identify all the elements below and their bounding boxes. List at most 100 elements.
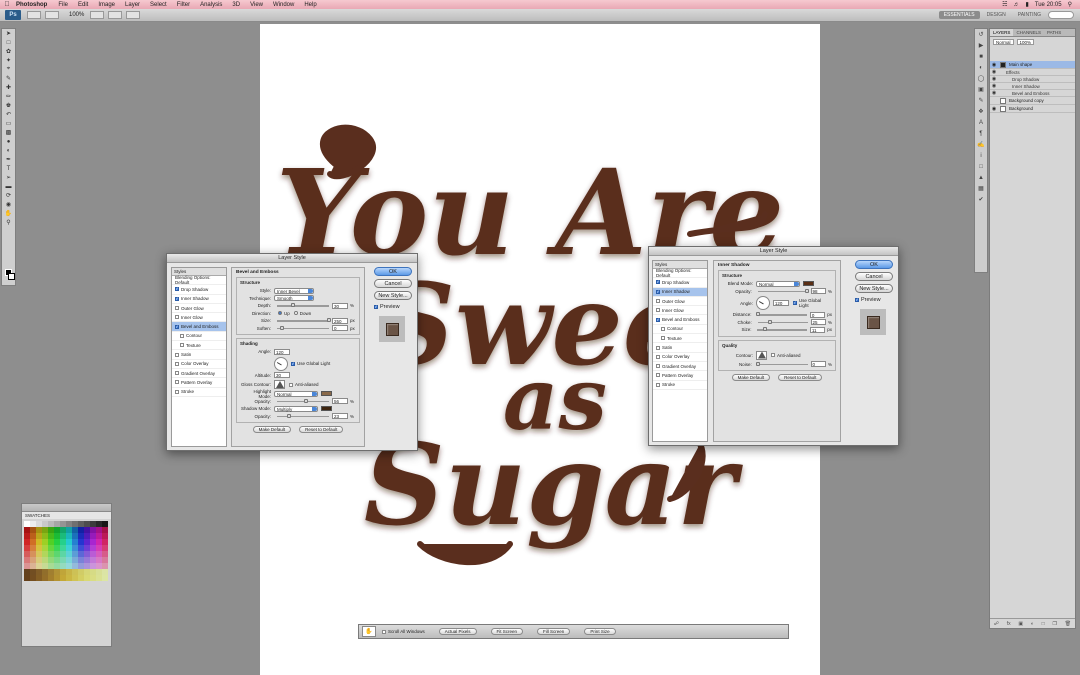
swatch-grid[interactable] xyxy=(22,519,111,583)
distance-field[interactable]: 0 xyxy=(809,311,826,318)
eraser-tool-icon[interactable]: ▭ xyxy=(2,119,15,128)
tab-channels[interactable]: CHANNELS xyxy=(1013,29,1044,36)
new-style-button[interactable]: New Style... xyxy=(374,291,412,300)
swatch-cell[interactable] xyxy=(54,569,60,575)
swatch-cell[interactable] xyxy=(66,545,72,551)
opacity-field[interactable]: 98 xyxy=(810,288,826,295)
swatch-cell[interactable] xyxy=(42,575,48,581)
slider-knob[interactable] xyxy=(756,312,761,316)
checkbox-icon[interactable] xyxy=(180,333,184,338)
choke-field[interactable]: 25 xyxy=(810,319,826,326)
swatch-cell[interactable] xyxy=(102,569,108,575)
soften-slider[interactable] xyxy=(277,325,329,330)
angle-field[interactable]: 120 xyxy=(274,348,290,355)
history-icon[interactable]: ↺ xyxy=(975,29,987,40)
checkbox-icon[interactable] xyxy=(656,345,660,350)
swatch-cell[interactable] xyxy=(24,557,30,563)
swatch-cell[interactable] xyxy=(102,557,108,563)
swatch-cell[interactable] xyxy=(42,551,48,557)
checkbox-icon[interactable] xyxy=(175,371,179,376)
checkbox-icon[interactable]: ✓ xyxy=(175,287,179,292)
style-outer-glow[interactable]: Outer Glow xyxy=(653,297,707,307)
swatch-cell[interactable] xyxy=(66,521,72,527)
menu-image[interactable]: Image xyxy=(93,2,120,8)
swatch-cell[interactable] xyxy=(48,563,54,569)
swatch-cell[interactable] xyxy=(36,551,42,557)
new-layer-icon[interactable]: ❐ xyxy=(1052,621,1056,627)
swatch-cell[interactable] xyxy=(90,575,96,581)
swatch-cell[interactable] xyxy=(30,533,36,539)
menu-analysis[interactable]: Analysis xyxy=(195,2,227,8)
effect-row-inner-shadow[interactable]: ◉ Inner Shadow xyxy=(990,83,1075,90)
swatch-cell[interactable] xyxy=(36,563,42,569)
direction-up-radio[interactable] xyxy=(278,311,282,316)
preview-checkbox[interactable]: ✓ xyxy=(374,305,378,309)
swatch-cell[interactable] xyxy=(78,539,84,545)
swatch-cell[interactable] xyxy=(36,539,42,545)
highlight-color-swatch[interactable] xyxy=(321,391,332,397)
swatch-cell[interactable] xyxy=(84,527,90,533)
slider-knob[interactable] xyxy=(762,327,767,331)
tool-presets-icon[interactable]: ✔ xyxy=(975,194,987,205)
slider-knob[interactable] xyxy=(755,361,760,366)
volume-icon[interactable]: ♬ xyxy=(1013,2,1019,8)
distance-slider[interactable] xyxy=(756,312,807,316)
print-size-button[interactable]: Print Size xyxy=(584,628,616,635)
checkbox-icon[interactable]: ✓ xyxy=(656,280,660,285)
style-contour[interactable]: Contour xyxy=(172,332,226,342)
swatch-cell[interactable] xyxy=(96,539,102,545)
swatch-cell[interactable] xyxy=(36,569,42,575)
shadow-mode-select[interactable]: Multiply xyxy=(274,405,318,412)
style-stroke[interactable]: Stroke xyxy=(653,381,707,390)
swatch-cell[interactable] xyxy=(54,557,60,563)
antialiased-checkbox[interactable] xyxy=(289,382,293,387)
swatch-cell[interactable] xyxy=(36,557,42,563)
checkbox-icon[interactable] xyxy=(175,380,179,385)
swatch-cell[interactable] xyxy=(66,557,72,563)
shadow-color-swatch[interactable] xyxy=(321,406,332,412)
slider-knob[interactable] xyxy=(280,325,285,330)
style-drop-shadow[interactable]: ✓ Drop Shadow xyxy=(653,278,707,288)
checkbox-icon[interactable] xyxy=(656,364,660,369)
swatch-cell[interactable] xyxy=(78,569,84,575)
swatch-cell[interactable] xyxy=(90,521,96,527)
brush-tool-icon[interactable]: ✏ xyxy=(2,92,15,101)
swatch-cell[interactable] xyxy=(84,551,90,557)
swatch-cell[interactable] xyxy=(84,521,90,527)
swatch-cell[interactable] xyxy=(96,521,102,527)
swatch-cell[interactable] xyxy=(96,533,102,539)
swatch-cell[interactable] xyxy=(54,551,60,557)
checkbox-icon[interactable] xyxy=(656,373,660,378)
size-slider[interactable] xyxy=(277,318,331,322)
character-icon[interactable]: A xyxy=(975,117,987,128)
highlight-opacity-field[interactable]: 56 xyxy=(332,398,348,405)
swatch-cell[interactable] xyxy=(72,557,78,563)
scroll-all-checkbox[interactable] xyxy=(382,629,386,634)
search-field[interactable] xyxy=(1048,11,1074,19)
bevel-style-select[interactable]: Inner Bevel xyxy=(274,287,314,294)
swatch-cell[interactable] xyxy=(84,545,90,551)
antialiased-checkbox[interactable] xyxy=(771,353,775,357)
pen-tool-icon[interactable]: ✒ xyxy=(2,155,15,164)
style-inner-glow[interactable]: Inner Glow xyxy=(653,306,707,316)
swatch-cell[interactable] xyxy=(66,551,72,557)
style-satin[interactable]: Satin xyxy=(653,343,707,353)
histogram-icon[interactable]: ▲ xyxy=(975,172,987,183)
slider-knob[interactable] xyxy=(304,398,309,403)
clone-stamp-tool-icon[interactable]: ♚ xyxy=(2,101,15,110)
move-tool-icon[interactable]: ➤ xyxy=(2,29,15,38)
swatch-cell[interactable] xyxy=(60,521,66,527)
swatch-cell[interactable] xyxy=(24,539,30,545)
hand-tool-panel-icon[interactable]: ✋ xyxy=(2,209,15,218)
technique-select[interactable]: Smooth xyxy=(274,295,314,302)
effect-row-bevel-emboss[interactable]: ◉ Bevel and Emboss xyxy=(990,90,1075,97)
swatch-cell[interactable] xyxy=(48,545,54,551)
swatch-cell[interactable] xyxy=(78,551,84,557)
checkbox-icon[interactable] xyxy=(175,361,179,366)
swatch-cell[interactable] xyxy=(48,521,54,527)
bevel-emboss-eye-icon[interactable]: ◉ xyxy=(990,90,998,96)
checkbox-icon[interactable] xyxy=(656,354,660,359)
shadow-color-swatch[interactable] xyxy=(803,281,814,287)
slider-knob[interactable] xyxy=(804,288,809,293)
new-style-button[interactable]: New Style... xyxy=(855,284,893,293)
